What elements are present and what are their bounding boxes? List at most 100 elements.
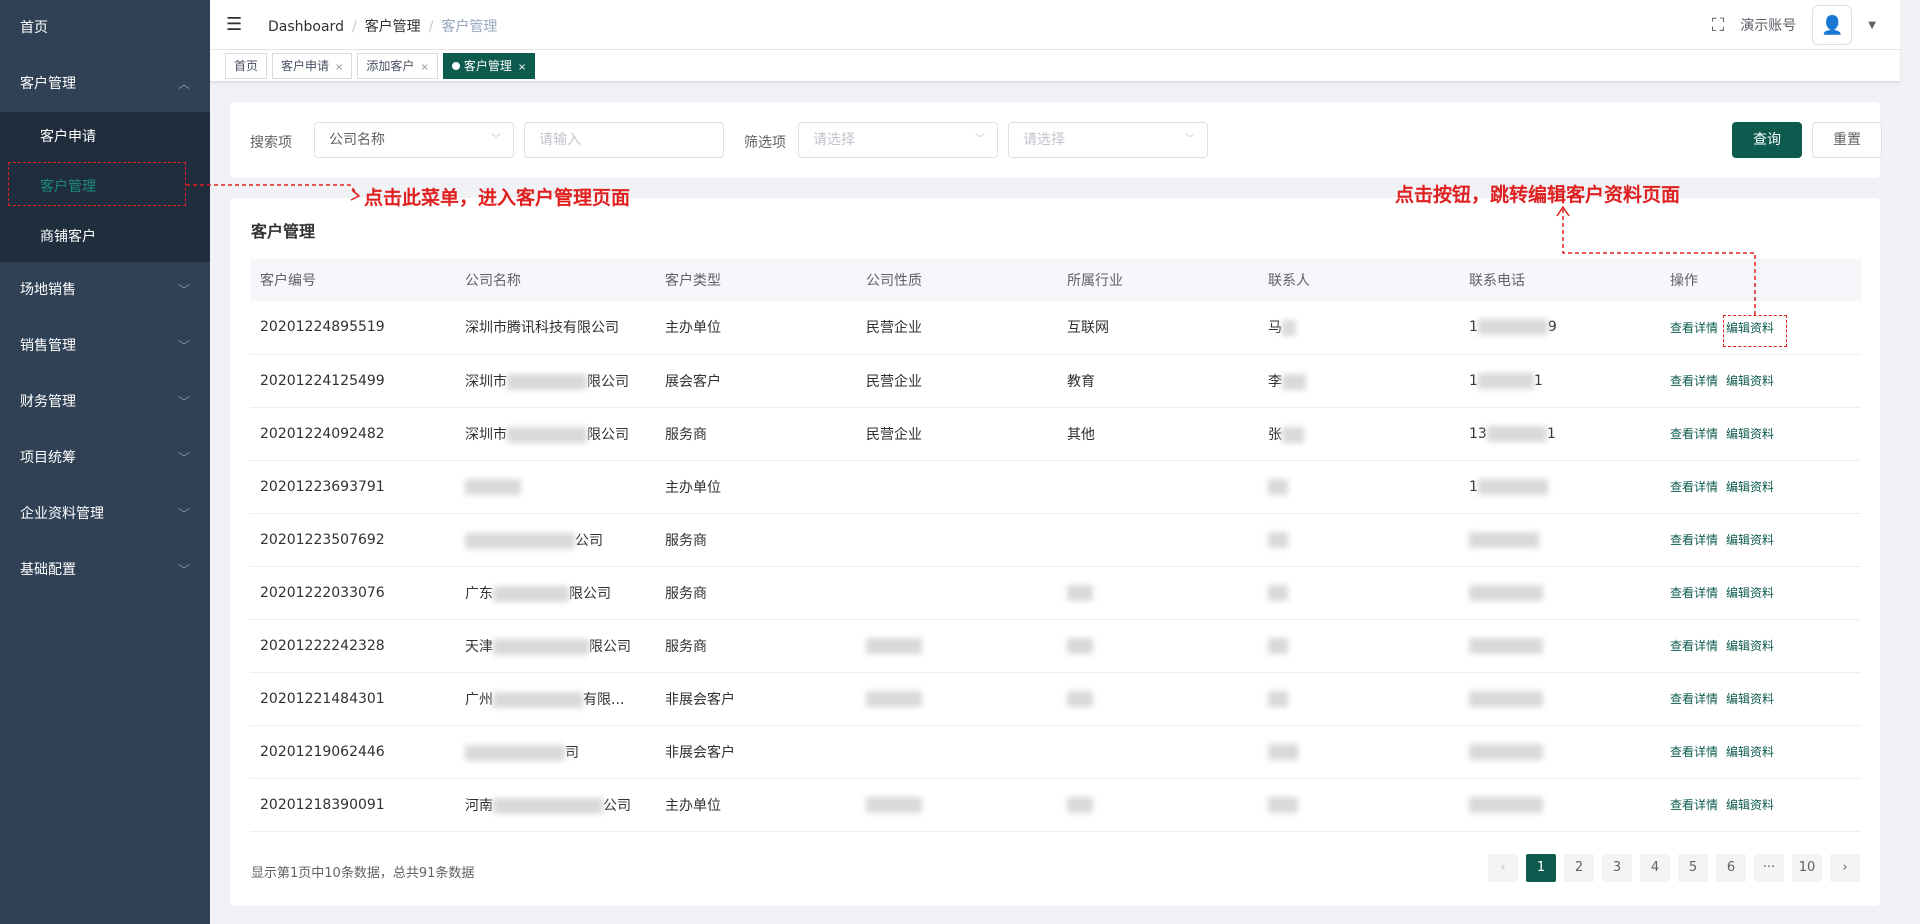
cell-actions: 查看详情 编辑资料 [1660,566,1861,619]
redacted-block [1282,320,1296,337]
page-button[interactable]: 5 [1678,854,1708,882]
redacted-block [1477,319,1548,336]
customer-type: 展会客户 [665,373,721,390]
edit-profile-link[interactable]: 编辑资料 [1726,639,1774,653]
edit-profile-link[interactable]: 编辑资料 [1726,586,1774,600]
cell-contact [1258,672,1459,725]
edit-profile-link[interactable]: 编辑资料 [1726,374,1774,388]
redacted-block [1268,531,1288,548]
view-detail-link[interactable]: 查看详情 [1670,745,1718,759]
redacted-block [507,373,587,390]
redacted-block [1067,796,1093,813]
tag-home[interactable]: 首页 [225,52,268,79]
view-detail-link[interactable]: 查看详情 [1670,692,1718,706]
filter-select-2[interactable]: 请选择 ﹀ [1008,122,1208,158]
table-row: 20201218390091 河南 公司 主办单位 查看详情 编辑资料 [250,778,1861,831]
submenu-customer-apply[interactable]: 客户申请 [0,112,210,162]
caret-down-icon[interactable]: ▼ [1868,20,1876,31]
menu-customer-mgmt[interactable]: 客户管理 ︿ [0,56,210,112]
view-detail-link[interactable]: 查看详情 [1670,586,1718,600]
search-field-value: 公司名称 [329,132,385,148]
cell-nature: 民营企业 [856,301,1057,354]
query-button[interactable]: 查询 [1732,122,1802,158]
view-detail-link[interactable]: 查看详情 [1670,480,1718,494]
page-button[interactable]: 3 [1602,854,1632,882]
menu-project[interactable]: 项目统筹 ﹀ [0,430,210,486]
view-detail-link[interactable]: 查看详情 [1670,321,1718,335]
edit-profile-link[interactable]: 编辑资料 [1726,533,1774,547]
edit-profile-link[interactable]: 编辑资料 [1726,427,1774,441]
table-panel: 客户管理 客户编号 公司名称 客户类型 公司性质 所属行业 联系人 联系电话 操… [230,198,1880,906]
filter-select-1[interactable]: 请选择 ﹀ [798,122,998,158]
tag-label: 客户申请 [281,58,330,73]
customer-type: 服务商 [665,638,707,655]
menu-enterprise-info[interactable]: 企业资料管理 ﹀ [0,486,210,542]
cell-nature [856,778,1057,831]
close-icon[interactable]: × [518,62,526,73]
search-field-select[interactable]: 公司名称 ﹀ [314,122,514,158]
prev-page-button[interactable]: ‹ [1488,854,1518,882]
company-name-tail: 限公司 [589,638,631,655]
menu-base-config[interactable]: 基础配置 ﹀ [0,542,210,598]
search-input[interactable]: 请输入 [524,122,724,158]
fullscreen-icon[interactable]: ⛶ [1712,15,1725,36]
page-button[interactable]: 2 [1564,854,1594,882]
close-icon[interactable]: × [335,62,343,73]
next-page-button[interactable]: › [1830,854,1860,882]
customer-id: 20201224895519 [260,319,385,336]
company-name-tail: 司 [565,744,579,761]
page-ellipsis[interactable]: ··· [1754,854,1784,882]
edit-profile-link[interactable]: 编辑资料 [1726,745,1774,759]
redacted-block [493,797,603,814]
menu-sales-mgmt[interactable]: 销售管理 ﹀ [0,318,210,374]
reset-button[interactable]: 重置 [1812,122,1882,158]
cell-id: 20201219062446 [250,725,455,778]
customer-type: 服务商 [665,426,707,443]
edit-profile-link[interactable]: 编辑资料 [1726,798,1774,812]
page-button[interactable]: 1 [1526,854,1556,882]
cell-type: 非展会客户 [655,725,856,778]
menu-venue-sales[interactable]: 场地销售 ﹀ [0,262,210,318]
redacted-block [1486,425,1547,442]
view-detail-link[interactable]: 查看详情 [1670,374,1718,388]
view-detail-link[interactable]: 查看详情 [1670,533,1718,547]
redacted-block [866,690,922,707]
avatar[interactable]: 👤 [1812,5,1853,45]
company-name-tail: 有限... [583,691,625,708]
page-button[interactable]: 6 [1716,854,1746,882]
cell-id: 20201224895519 [250,301,455,354]
phone-tail: 1 [1533,372,1543,389]
breadcrumb-item[interactable]: Dashboard [268,19,344,35]
page-button[interactable]: 4 [1640,854,1670,882]
view-detail-link[interactable]: 查看详情 [1670,798,1718,812]
cell-company: 深圳市腾讯科技有限公司 [455,301,655,354]
cell-contact [1258,513,1459,566]
view-detail-link[interactable]: 查看详情 [1670,427,1718,441]
close-icon[interactable]: × [420,62,428,73]
menu-finance-mgmt[interactable]: 财务管理 ﹀ [0,374,210,430]
cell-company: 司 [455,725,655,778]
hamburger-icon[interactable]: ☰ [226,14,242,35]
cell-contact [1258,566,1459,619]
tag-add-customer[interactable]: 添加客户 × [357,52,438,79]
tag-customer-mgmt[interactable]: 客户管理 × [442,52,536,79]
page-button[interactable]: 10 [1792,854,1822,882]
phone-tail: 9 [1547,319,1557,336]
tag-customer-apply[interactable]: 客户申请 × [272,52,353,79]
edit-profile-link[interactable]: 编辑资料 [1726,480,1774,494]
cell-nature [856,513,1057,566]
cell-nature: 民营企业 [856,407,1057,460]
redacted-block [1067,637,1093,654]
view-detail-link[interactable]: 查看详情 [1670,639,1718,653]
redacted-block [1477,478,1548,495]
cell-industry [1057,513,1258,566]
cell-industry [1057,460,1258,513]
tags-view: 首页 客户申请 × 添加客户 × 客户管理 × [210,50,1900,82]
company-nature: 民营企业 [866,320,922,337]
submenu-shop-customer[interactable]: 商铺客户 [0,212,210,262]
cell-actions: 查看详情 编辑资料 [1660,778,1861,831]
menu-home[interactable]: 首页 [0,0,210,56]
breadcrumb-item[interactable]: 客户管理 [365,19,421,35]
edit-profile-link[interactable]: 编辑资料 [1726,692,1774,706]
column-header: 操作 [1670,273,1698,289]
